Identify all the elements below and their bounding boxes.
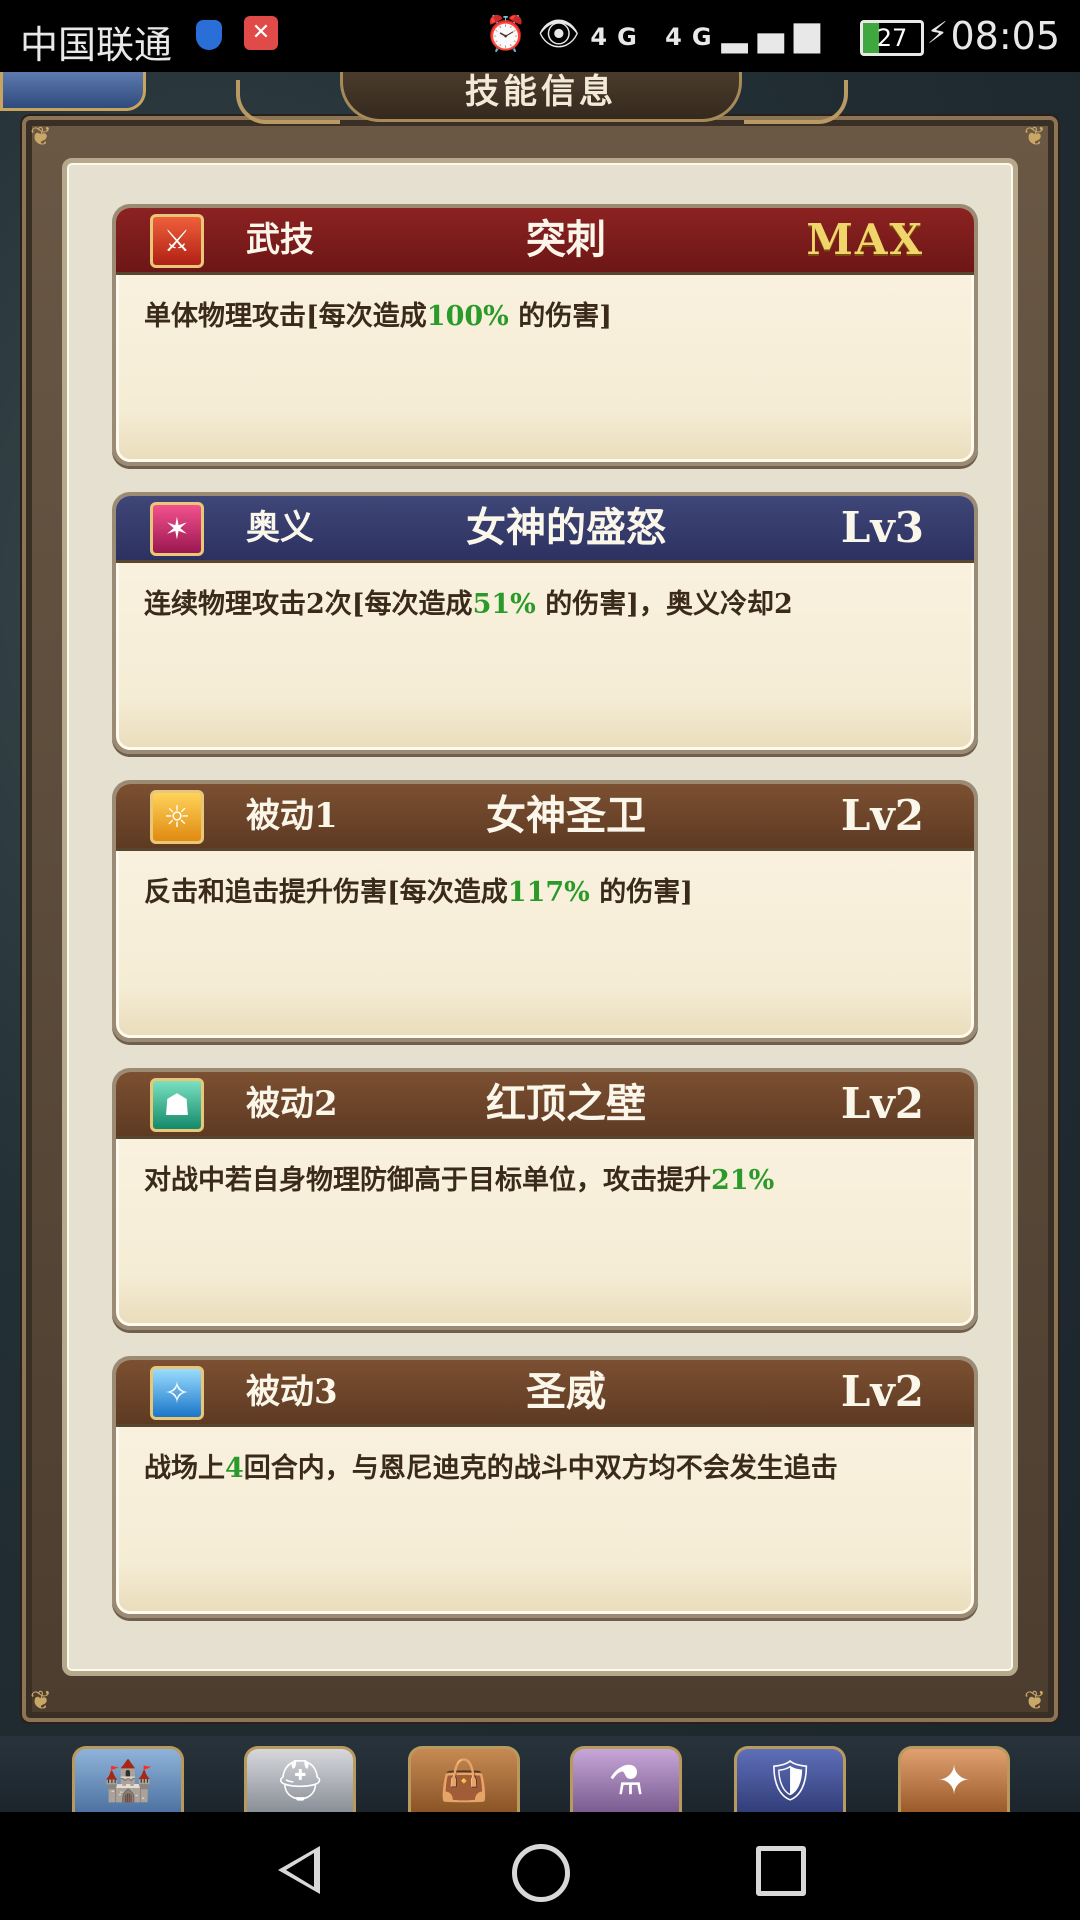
- battery-level: 27: [876, 24, 908, 52]
- skill-level: Lv2: [840, 1367, 924, 1416]
- skill-value-highlight: 21%: [711, 1165, 775, 1196]
- skill-name: 女神的盛怒: [466, 504, 666, 551]
- skill-value-highlight: 117%: [507, 877, 590, 908]
- skill-name: 圣威: [526, 1368, 606, 1415]
- clock: 08:05: [950, 14, 1060, 58]
- charging-icon: ⚡: [926, 16, 948, 51]
- system-nav-bar: [0, 1812, 1080, 1920]
- aura-guard-icon: ☼: [150, 790, 204, 844]
- skill-type: 武技: [246, 220, 314, 260]
- skill-card-special[interactable]: ✶ 奥义 女神的盛怒 Lv3 连续物理攻击2次[每次造成51% 的伤害]，奥义冷…: [112, 492, 978, 754]
- skill-level: MAX: [806, 215, 924, 264]
- skill-card-passive-2[interactable]: ☗ 被动2 红顶之壁 Lv2 对战中若自身物理防御高于目标单位，攻击提升21%: [112, 1068, 978, 1330]
- skill-level: Lv2: [840, 791, 924, 840]
- skill-header: ✶ 奥义 女神的盛怒 Lv3: [116, 496, 974, 563]
- skill-type: 被动2: [246, 1084, 338, 1124]
- home-icon[interactable]: [512, 1844, 570, 1902]
- carrier-name: 中国联通: [20, 23, 173, 67]
- skill-description: 反击和追击提升伤害[每次造成117% 的伤害]: [144, 877, 693, 908]
- corner-badge[interactable]: [0, 72, 146, 111]
- app-notification-icon: ✕: [244, 16, 278, 50]
- holy-figure-icon: ✧: [150, 1366, 204, 1420]
- potion-icon[interactable]: ⚗: [570, 1746, 682, 1812]
- skill-header: ☼ 被动1 女神圣卫 Lv2: [116, 784, 974, 851]
- status-icons: ⏰👁4G 4G▂▄▆: [485, 14, 830, 54]
- castle-icon[interactable]: 🏰: [72, 1746, 184, 1812]
- barrier-icon: ☗: [150, 1078, 204, 1132]
- flame-slash-icon: ✶: [150, 502, 204, 556]
- skill-value-highlight: 100%: [426, 301, 509, 332]
- skill-card-passive-3[interactable]: ✧ 被动3 圣威 Lv2 战场上4回合内，与恩尼迪克的战斗中双方均不会发生追击: [112, 1356, 978, 1618]
- skill-description: 对战中若自身物理防御高于目标单位，攻击提升21%: [144, 1165, 775, 1196]
- vpn-shield-icon: [196, 20, 222, 50]
- skill-name: 女神圣卫: [486, 792, 646, 839]
- dialog-title: 技能信息: [340, 72, 742, 122]
- skill-header: ⚔ 武技 突刺 MAX: [116, 208, 974, 275]
- back-icon[interactable]: [278, 1846, 320, 1894]
- signal-icon: ▂▄▆: [721, 14, 830, 54]
- skill-header: ☗ 被动2 红顶之壁 Lv2: [116, 1072, 974, 1139]
- skill-name: 突刺: [526, 216, 606, 263]
- skill-type: 奥义: [246, 508, 314, 548]
- skill-description: 连续物理攻击2次[每次造成51% 的伤害]，奥义冷却2: [144, 589, 793, 620]
- item-bag-icon[interactable]: 👜: [408, 1746, 520, 1812]
- title-ornament-left: [236, 80, 340, 124]
- sword-icon: ⚔: [150, 214, 204, 268]
- eye-comfort-icon: 👁: [537, 14, 591, 54]
- skill-type: 被动1: [246, 796, 338, 836]
- corner-ornament-icon: ❦: [30, 1686, 52, 1716]
- skill-value-highlight: 51%: [472, 589, 536, 620]
- title-ornament-right: [744, 80, 848, 124]
- skill-header: ✧ 被动3 圣威 Lv2: [116, 1360, 974, 1427]
- corner-ornament-icon: ❦: [30, 122, 52, 152]
- helmet-icon[interactable]: ⛑: [244, 1746, 356, 1812]
- summon-icon[interactable]: ✦: [898, 1746, 1010, 1812]
- guild-shield-icon[interactable]: 🛡: [734, 1746, 846, 1812]
- battery-icon: 27: [860, 20, 924, 56]
- network-label: 4G 4G: [590, 23, 722, 51]
- skill-type: 被动3: [246, 1372, 338, 1412]
- skill-card-passive-1[interactable]: ☼ 被动1 女神圣卫 Lv2 反击和追击提升伤害[每次造成117% 的伤害]: [112, 780, 978, 1042]
- skill-level: Lv2: [840, 1079, 924, 1128]
- corner-ornament-icon: ❦: [1024, 1686, 1046, 1716]
- recent-apps-icon[interactable]: [756, 1846, 806, 1896]
- alarm-icon: ⏰: [484, 14, 538, 54]
- skill-level: Lv3: [840, 503, 924, 552]
- corner-ornament-icon: ❦: [1024, 122, 1046, 152]
- skill-description: 战场上4回合内，与恩尼迪克的战斗中双方均不会发生追击: [144, 1453, 838, 1484]
- status-bar: 中国联通 ✕ ⏰👁4G 4G▂▄▆ 27 ⚡ 08:05: [0, 0, 1080, 72]
- skill-value-highlight: 4: [225, 1453, 244, 1484]
- skill-name: 红顶之壁: [486, 1080, 646, 1127]
- skill-description: 单体物理攻击[每次造成100% 的伤害]: [144, 301, 612, 332]
- skill-card-weapon[interactable]: ⚔ 武技 突刺 MAX 单体物理攻击[每次造成100% 的伤害]: [112, 204, 978, 466]
